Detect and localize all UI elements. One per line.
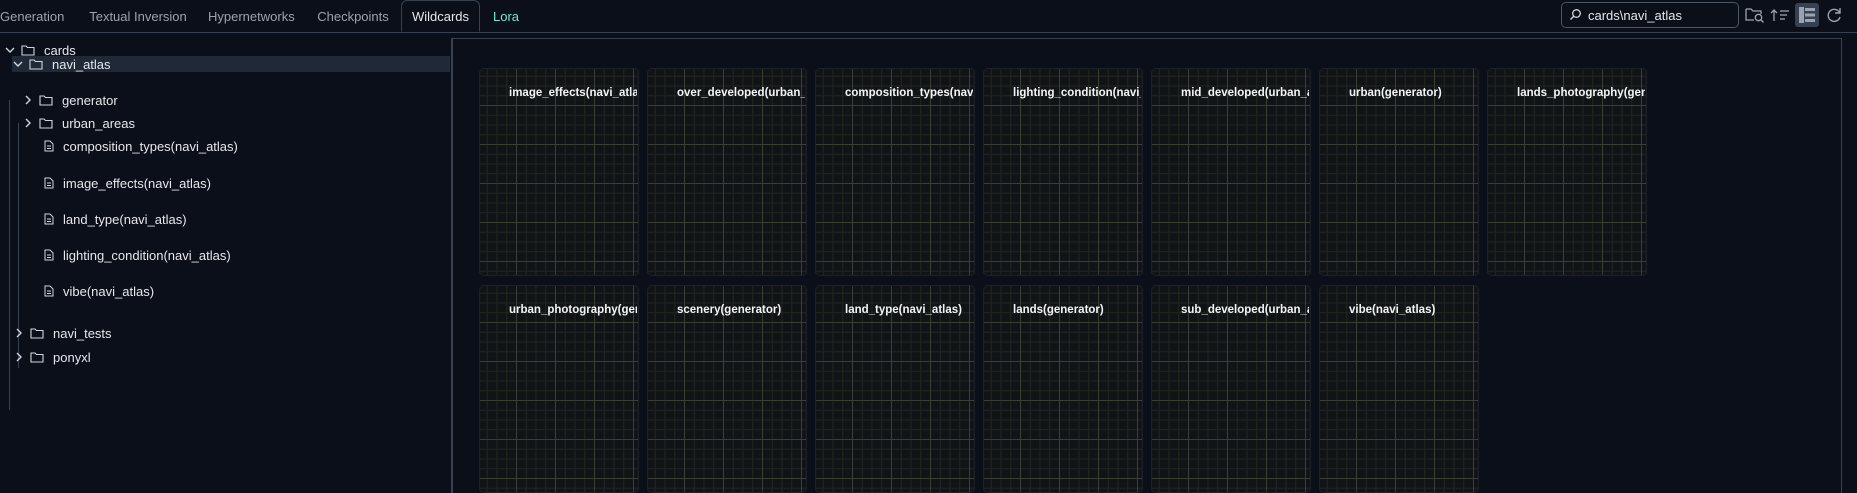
wildcard-card[interactable]: urban(generator) [1320, 69, 1478, 275]
chevron-down-icon [5, 47, 15, 53]
card-title: urban_photography(generator) [509, 304, 637, 316]
tree-view-icon [1799, 7, 1815, 23]
wildcard-card[interactable]: composition_types(navi_atlas) [816, 69, 974, 275]
card-title: lands(generator) [1013, 304, 1104, 316]
chevron-right-icon [16, 328, 22, 338]
card-title: composition_types(navi_atlas) [845, 87, 973, 99]
tab-generation[interactable]: Generation [0, 0, 64, 32]
wildcard-card[interactable]: sub_developed(urban_areas) [1152, 286, 1310, 492]
card-title: scenery(generator) [677, 304, 782, 316]
wildcard-card[interactable]: scenery(generator) [648, 286, 806, 492]
folder-icon [21, 45, 35, 56]
tree-label: generator [62, 92, 118, 108]
file-icon [44, 213, 54, 225]
file-icon [44, 177, 54, 189]
folder-icon [29, 59, 43, 70]
folder-icon [30, 352, 44, 363]
folder-icon [39, 118, 53, 129]
search-folder-button[interactable] [1743, 3, 1767, 27]
wildcard-card[interactable]: urban_photography(generator) [480, 286, 638, 492]
file-icon [44, 249, 54, 261]
tab-wildcards[interactable]: Wildcards [401, 0, 480, 32]
refresh-icon [1827, 8, 1841, 23]
tree-label: navi_tests [53, 325, 112, 341]
wildcard-card[interactable]: image_effects(navi_atlas) [480, 69, 638, 275]
wildcard-card[interactable]: mid_developed(urban_areas) [1152, 69, 1310, 275]
cards-panel: image_effects(navi_atlas) over_developed… [452, 38, 1842, 493]
sort-button[interactable] [1768, 3, 1792, 27]
card-title: over_developed(urban_areas) [677, 87, 805, 99]
wildcard-card[interactable]: land_type(navi_atlas) [816, 286, 974, 492]
tab-checkpoints[interactable]: Checkpoints [316, 0, 390, 32]
tree-guide-line [9, 100, 10, 410]
tree-file[interactable]: image_effects(navi_atlas) [44, 173, 211, 193]
card-title: land_type(navi_atlas) [845, 304, 962, 316]
wildcard-card[interactable]: lands_photography(generator) [1488, 69, 1646, 275]
tab-hypernetworks[interactable]: Hypernetworks [208, 0, 295, 32]
wildcard-card[interactable]: vibe(navi_atlas) [1320, 286, 1478, 492]
card-title: urban(generator) [1349, 87, 1442, 99]
folder-tree: cards navi_atlas generator urban_areas c… [0, 38, 452, 493]
card-title: lighting_condition(navi_atlas) [1013, 87, 1141, 99]
tab-lora[interactable]: Lora [491, 0, 521, 32]
folder-icon [39, 95, 53, 106]
card-title: mid_developed(urban_areas) [1181, 87, 1309, 99]
card-title: lands_photography(generator) [1517, 87, 1645, 99]
tree-label: vibe(navi_atlas) [63, 283, 155, 299]
card-title: sub_developed(urban_areas) [1181, 304, 1309, 316]
file-icon [44, 140, 54, 152]
tree-label: navi_atlas [52, 56, 111, 72]
sort-icon [1770, 9, 1789, 21]
folder-icon [30, 328, 44, 339]
tree-label: composition_types(navi_atlas) [63, 138, 238, 154]
tree-label: lighting_condition(navi_atlas) [63, 247, 231, 263]
wildcard-card[interactable]: lands(generator) [984, 286, 1142, 492]
search-icon [1570, 9, 1581, 20]
tree-label: urban_areas [62, 115, 135, 131]
tree-folder-navi-atlas[interactable]: navi_atlas [12, 56, 450, 72]
search-box[interactable] [1561, 2, 1739, 28]
tree-file[interactable]: lighting_condition(navi_atlas) [44, 245, 231, 265]
chevron-right-icon [25, 95, 31, 105]
tree-folder-ponyxl[interactable]: ponyxl [13, 347, 91, 367]
tree-file[interactable]: composition_types(navi_atlas) [44, 136, 238, 156]
tree-label: ponyxl [53, 349, 91, 365]
tree-file[interactable]: vibe(navi_atlas) [44, 281, 154, 301]
search-folder-icon [1745, 8, 1764, 23]
tab-bar: Generation Textual Inversion Hypernetwor… [0, 0, 1857, 33]
chevron-down-icon [13, 61, 23, 67]
tree-label: land_type(navi_atlas) [63, 211, 187, 227]
search-input[interactable] [1584, 3, 1738, 27]
tab-textual-inversion[interactable]: Textual Inversion [88, 0, 188, 32]
tree-folder-generator[interactable]: generator [22, 90, 118, 110]
tree-label: image_effects(navi_atlas) [63, 175, 211, 191]
tree-folder-navi-tests[interactable]: navi_tests [13, 323, 112, 343]
wildcard-card[interactable]: lighting_condition(navi_atlas) [984, 69, 1142, 275]
wildcard-card[interactable]: over_developed(urban_areas) [648, 69, 806, 275]
chevron-right-icon [25, 118, 31, 128]
card-title: vibe(navi_atlas) [1349, 304, 1436, 316]
tree-view-button[interactable] [1795, 3, 1819, 27]
card-title: image_effects(navi_atlas) [509, 87, 637, 99]
refresh-button[interactable] [1822, 3, 1846, 27]
tree-folder-urban-areas[interactable]: urban_areas [22, 113, 135, 133]
chevron-right-icon [16, 352, 22, 362]
tree-file[interactable]: land_type(navi_atlas) [44, 209, 187, 229]
file-icon [44, 285, 54, 297]
